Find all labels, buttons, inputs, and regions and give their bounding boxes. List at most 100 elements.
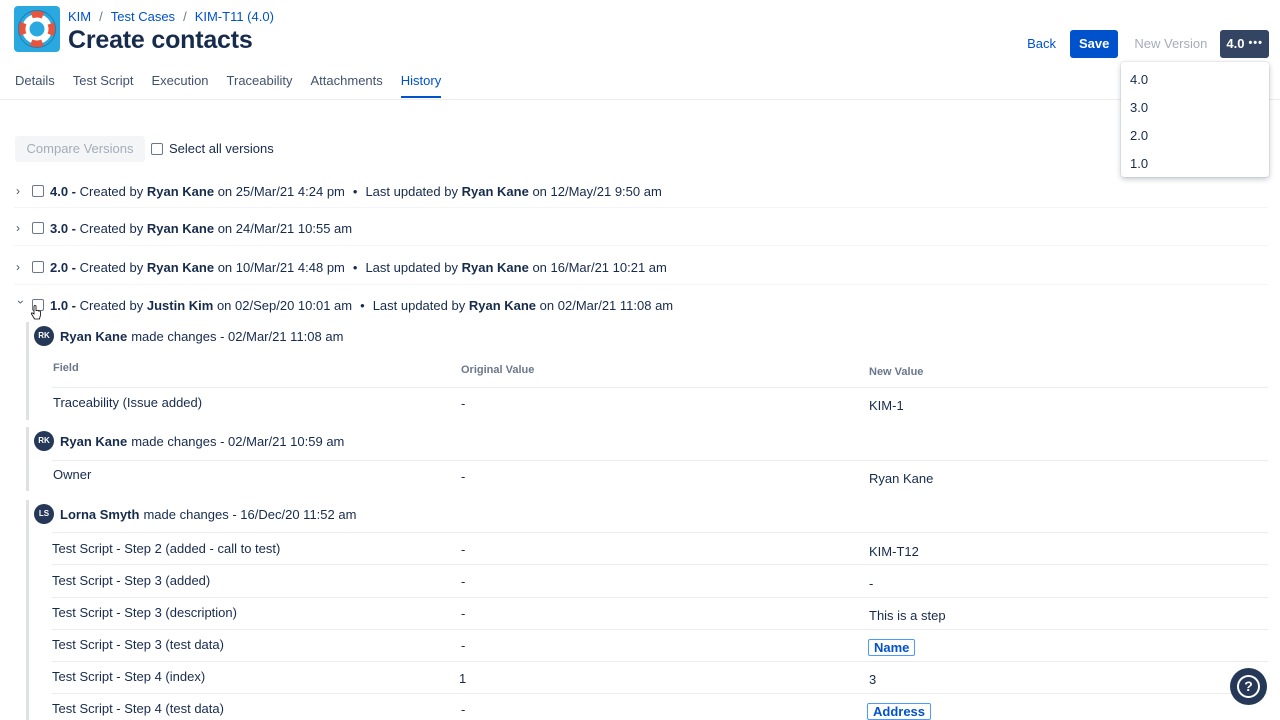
row-divider <box>52 629 1268 630</box>
row-divider <box>14 284 1268 285</box>
version-select-button[interactable]: 4.0 ••• <box>1220 30 1269 58</box>
lifebuoy-icon <box>18 10 56 48</box>
breadcrumb-separator: / <box>99 9 103 24</box>
tab-history[interactable]: History <box>400 72 442 98</box>
version-checkbox[interactable] <box>32 185 44 197</box>
version-summary: 4.0 - Created by Ryan Kane on 25/Mar/21 … <box>50 183 662 199</box>
row-divider <box>52 387 1268 388</box>
change-original-value: - <box>461 542 466 557</box>
change-header: RK Ryan Kane made changes - 02/Mar/21 11… <box>34 326 343 346</box>
change-header: RK Ryan Kane made changes - 02/Mar/21 10… <box>34 431 344 451</box>
change-original-value: 1 <box>459 671 467 686</box>
change-original-value: - <box>461 606 466 621</box>
change-summary: made changes - 16/Dec/20 11:52 am <box>143 506 357 522</box>
chevron-right-icon[interactable]: › <box>16 261 26 273</box>
version-row-2-0[interactable]: › 2.0 - Created by Ryan Kane on 10/Mar/2… <box>0 254 1270 280</box>
version-option-3-0[interactable]: 3.0 <box>1121 94 1269 122</box>
tab-bar: Details Test Script Execution Traceabili… <box>15 72 459 98</box>
version-option-4-0[interactable]: 4.0 <box>1121 66 1269 94</box>
chevron-right-icon[interactable]: › <box>16 185 26 197</box>
change-field: Test Script - Step 4 (test data) <box>52 701 224 716</box>
column-header-original: Original Value <box>461 364 535 376</box>
header-actions: Back Save New Version 4.0 ••• <box>1017 30 1269 58</box>
change-author: Lorna Smyth <box>60 506 140 522</box>
new-version-button: New Version <box>1134 36 1208 51</box>
column-header-new: New Value <box>869 366 924 378</box>
change-original-value: - <box>461 574 466 589</box>
change-new-value: - <box>869 576 874 591</box>
select-all-checkbox[interactable] <box>151 142 163 155</box>
change-field: Traceability (Issue added) <box>53 395 203 410</box>
breadcrumb: KIM / Test Cases / KIM-T11 (4.0) <box>68 9 274 24</box>
version-dropdown-menu: 4.0 3.0 2.0 1.0 <box>1121 62 1269 177</box>
version-row-3-0[interactable]: › 3.0 - Created by Ryan Kane on 24/Mar/2… <box>0 215 1270 241</box>
change-author: Ryan Kane <box>60 433 128 449</box>
change-field: Owner <box>53 467 92 482</box>
chevron-right-icon[interactable]: › <box>16 222 26 234</box>
breadcrumb-section[interactable]: Test Cases <box>111 9 175 24</box>
change-field: Test Script - Step 3 (added) <box>52 573 211 588</box>
back-button[interactable]: Back <box>1017 30 1066 58</box>
test-data-tag: Name <box>868 639 916 656</box>
version-option-1-0[interactable]: 1.0 <box>1121 150 1269 178</box>
version-checkbox[interactable] <box>32 261 44 273</box>
row-divider <box>14 207 1268 208</box>
row-divider <box>52 460 1268 461</box>
chevron-down-icon[interactable]: › <box>14 300 28 310</box>
select-all-label: Select all versions <box>169 141 274 156</box>
tab-test-script[interactable]: Test Script <box>73 72 134 98</box>
change-new-value: KIM-T12 <box>869 544 919 559</box>
change-original-value: - <box>461 702 466 717</box>
row-divider <box>52 661 1268 662</box>
avatar: RK <box>34 326 54 346</box>
change-original-value: - <box>461 469 466 484</box>
test-data-tag: Address <box>867 703 932 720</box>
version-row-1-0[interactable]: › 1.0 - Created by Justin Kim on 02/Sep/… <box>0 292 1270 318</box>
version-row-4-0[interactable]: › 4.0 - Created by Ryan Kane on 25/Mar/2… <box>0 178 1270 204</box>
change-summary: made changes - 02/Mar/21 11:08 am <box>131 328 344 344</box>
select-all-versions[interactable]: Select all versions <box>151 141 274 156</box>
help-button[interactable]: ? <box>1230 668 1267 705</box>
version-summary: 3.0 - Created by Ryan Kane on 24/Mar/21 … <box>50 220 353 236</box>
tab-traceability[interactable]: Traceability <box>227 72 293 98</box>
avatar: RK <box>34 431 54 451</box>
change-new-value: This is a step <box>869 608 946 623</box>
avatar: LS <box>34 504 54 524</box>
version-summary: 2.0 - Created by Ryan Kane on 10/Mar/21 … <box>50 259 667 275</box>
change-field: Test Script - Step 4 (index) <box>52 669 206 684</box>
change-original-value: - <box>461 638 466 653</box>
compare-versions-button: Compare Versions <box>15 136 145 162</box>
save-button[interactable]: Save <box>1070 30 1119 58</box>
change-author: Ryan Kane <box>60 328 128 344</box>
project-logo <box>14 6 60 52</box>
hand-cursor-icon <box>30 305 41 320</box>
change-original-value: - <box>461 396 466 411</box>
change-new-value: KIM-1 <box>869 398 904 413</box>
version-checkbox[interactable] <box>32 222 44 234</box>
version-label: 4.0 <box>1226 36 1245 51</box>
change-summary: made changes - 02/Mar/21 10:59 am <box>131 433 345 449</box>
row-divider <box>52 693 1268 694</box>
breadcrumb-separator: / <box>183 9 187 24</box>
version-summary: 1.0 - Created by Justin Kim on 02/Sep/20… <box>50 297 674 313</box>
change-field: Test Script - Step 3 (description) <box>52 605 237 620</box>
change-field: Test Script - Step 3 (test data) <box>52 637 224 652</box>
help-icon: ? <box>1237 675 1260 698</box>
row-divider <box>52 532 1268 533</box>
row-divider <box>14 245 1268 246</box>
change-header: LS Lorna Smyth made changes - 16/Dec/20 … <box>34 504 356 524</box>
tabs-divider <box>0 99 1280 100</box>
change-new-value: Ryan Kane <box>869 471 934 486</box>
tab-details[interactable]: Details <box>15 72 55 98</box>
change-new-value: 3 <box>869 672 877 687</box>
tab-attachments[interactable]: Attachments <box>311 72 383 98</box>
row-divider <box>52 564 1268 565</box>
column-header-field: Field <box>53 362 79 374</box>
row-divider <box>52 597 1268 598</box>
more-icon: ••• <box>1248 37 1263 49</box>
breadcrumb-project[interactable]: KIM <box>68 9 91 24</box>
version-option-2-0[interactable]: 2.0 <box>1121 122 1269 150</box>
breadcrumb-item[interactable]: KIM-T11 (4.0) <box>195 9 274 24</box>
page-title: Create contacts <box>68 26 253 54</box>
tab-execution[interactable]: Execution <box>151 72 208 98</box>
